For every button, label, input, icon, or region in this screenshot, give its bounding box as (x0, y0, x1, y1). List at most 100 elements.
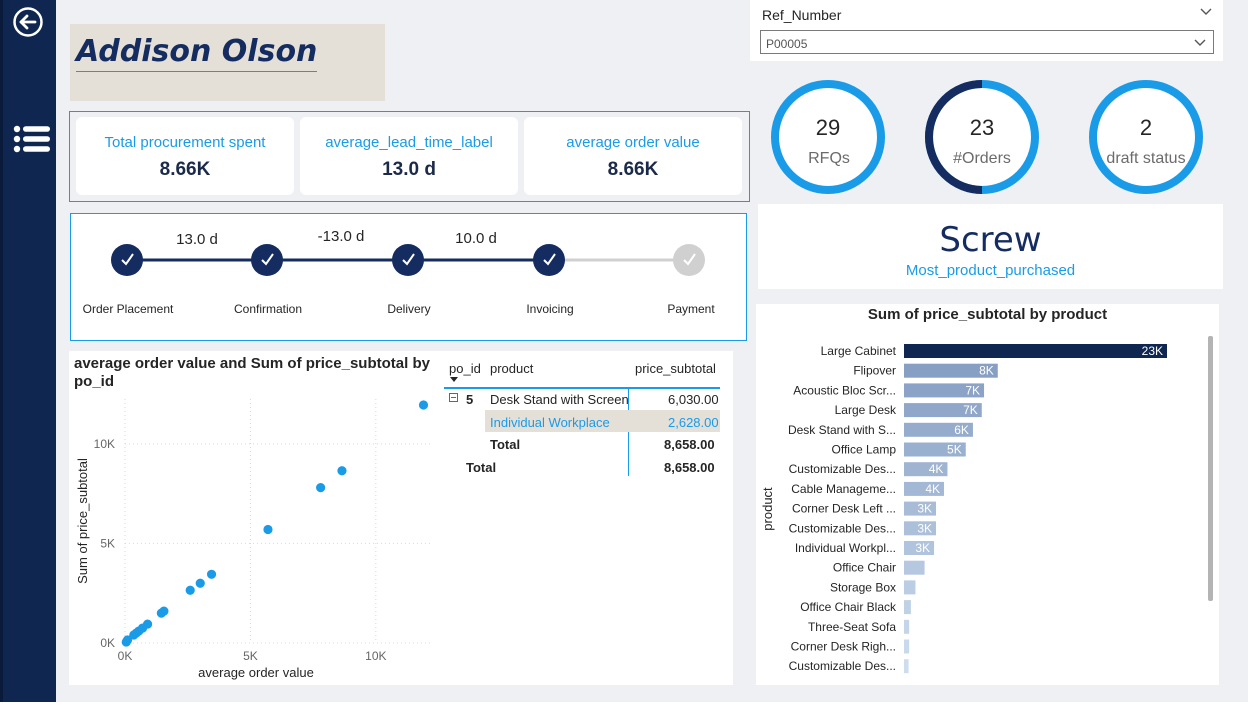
timeline-step-order-placement (111, 244, 143, 276)
step-label: Delivery (387, 302, 430, 316)
collapse-icon[interactable] (449, 393, 459, 403)
kpi-card-total-procurement: Total procurement spent 8.66K (76, 117, 294, 195)
kpi-value: 8.66K (159, 159, 211, 180)
bar-category-label: Large Desk (835, 403, 897, 417)
y-tick-label: 10K (94, 437, 115, 451)
y-tick-label: 0K (100, 636, 115, 650)
bar-category-label: Office Lamp (832, 443, 897, 457)
kpi-label: average order value (566, 134, 700, 151)
timeline-step-delivery (392, 244, 424, 276)
ring-kpis: 29 RFQs 23 #Orders 2 draft status (760, 76, 1220, 198)
bar-data-label: 3K (915, 541, 930, 555)
sidebar (0, 0, 56, 702)
person-name: Addison Olson (76, 34, 318, 72)
scatter-point[interactable] (316, 483, 326, 493)
duration-label: 10.0 d (455, 230, 497, 247)
x-tick-label: 0K (118, 649, 133, 663)
bar-chart: Large Cabinet 23K Flipover 8K Acoustic Bloc … (760, 344, 1167, 674)
scatter-point[interactable] (418, 400, 429, 410)
table-cell-product[interactable]: Desk Stand with Screen (490, 392, 629, 407)
table-cell-price: 6,030.00 (668, 392, 719, 407)
bar-data-label: 4K (929, 462, 944, 476)
bar-category-label: Flipover (853, 364, 896, 378)
ref-number-dropdown[interactable]: P00005 (760, 30, 1214, 54)
bar-category-label: Desk Stand with S... (788, 423, 896, 437)
scatter-panel: average order value and Sum of price_sub… (69, 351, 733, 685)
scatter-point[interactable] (206, 569, 217, 579)
bar-data-label: 5K (947, 443, 962, 457)
bar-data-label: 7K (963, 403, 978, 417)
bar[interactable] (904, 344, 1167, 358)
table-header-product[interactable]: product (490, 361, 533, 376)
y-axis-label: Sum of price_subtotal (75, 458, 90, 584)
total-label: Total (466, 460, 497, 475)
bar-category-label: Office Chair Black (800, 600, 897, 614)
bar-category-label: Corner Desk Left ... (792, 502, 896, 516)
bar[interactable] (904, 600, 911, 615)
x-axis-label: average order value (198, 665, 314, 680)
kpi-card-lead-time: average_lead_time_label 13.0 d (300, 117, 518, 195)
ref-number-slicer: Ref_Number P00005 (750, 0, 1223, 61)
scatter-point[interactable] (185, 585, 195, 595)
bar[interactable] (904, 580, 916, 595)
bar-data-label: 23K (1142, 344, 1163, 358)
dropdown-value: P00005 (766, 37, 808, 51)
bar-data-label: 3K (917, 502, 932, 516)
kpi-label: Total procurement spent (104, 134, 266, 151)
menu-list-icon[interactable] (13, 124, 51, 156)
timeline-step-invoicing (533, 244, 565, 276)
product-bar-panel: Sum of price_subtotal by product Large C… (756, 304, 1219, 685)
kpi-value: 13.0 d (382, 159, 436, 180)
bar-category-label: Acoustic Bloc Scr... (793, 383, 896, 397)
bar-category-label: Storage Box (830, 580, 896, 594)
kpi-card-order-value: average order value 8.66K (524, 117, 742, 195)
process-timeline: 13.0 d -13.0 d 10.0 d Order Placement Co… (70, 213, 747, 341)
chevron-down-icon[interactable] (1193, 36, 1207, 50)
duration-label: 13.0 d (176, 231, 218, 248)
step-label: Confirmation (234, 302, 302, 316)
ring-value: 23 (969, 115, 995, 140)
name-card: Addison Olson (70, 24, 385, 101)
step-label: Payment (667, 302, 715, 316)
ring-value: 2 (1139, 115, 1153, 140)
ring-value: 29 (815, 115, 841, 140)
bar-data-label: 3K (917, 521, 932, 535)
bar-category-label: Customizable Des... (789, 462, 896, 476)
kpi-label: average_lead_time_label (325, 134, 493, 151)
scatter-point[interactable] (263, 524, 273, 535)
y-tick-label: 5K (100, 536, 115, 550)
bar-category-label: Customizable Des... (789, 521, 896, 535)
ring-label: draft status (1106, 150, 1186, 167)
scrollbar[interactable] (1208, 336, 1213, 601)
top-product-name: Screw (939, 220, 1042, 260)
chevron-down-icon[interactable] (1199, 5, 1213, 19)
po-matrix-table: po_id product price_subtotal 5 Desk Stan… (444, 351, 724, 481)
scatter-chart: 0K0K 5K 5K 10K 10K average order value Sum o… (75, 399, 431, 680)
table-cell-product-selected[interactable]: Individual Workplace (490, 415, 610, 430)
scatter-point[interactable] (195, 578, 205, 588)
bar-data-label: 4K (925, 482, 940, 496)
sort-down-icon[interactable] (450, 377, 458, 383)
duration-label: -13.0 d (318, 228, 365, 245)
scatter-point[interactable] (142, 619, 153, 629)
dashboard: Addison Olson Total procurement spent 8.… (0, 0, 1248, 713)
po-id-group: 5 (466, 392, 474, 407)
bar[interactable] (904, 639, 910, 654)
bottom-strip (0, 702, 1248, 713)
table-header-po-id[interactable]: po_id (449, 361, 481, 376)
header-divider (444, 387, 720, 389)
bar-data-label: 8K (979, 364, 994, 378)
scatter-point[interactable] (337, 466, 347, 476)
bar-category-label: Individual Workpl... (795, 541, 896, 555)
x-tick-label: 10K (365, 649, 386, 663)
scatter-point[interactable] (159, 606, 169, 616)
top-product-label: Most_product_purchased (905, 262, 1076, 279)
bar[interactable] (904, 560, 925, 575)
bar[interactable] (904, 619, 910, 634)
timeline-step-payment (673, 244, 705, 276)
table-header-price-subtotal[interactable]: price_subtotal (635, 361, 716, 376)
back-arrow-icon[interactable] (12, 6, 44, 38)
kpi-value: 8.66K (607, 159, 659, 180)
kpi-row: Total procurement spent 8.66K average_le… (69, 111, 750, 202)
bar[interactable] (904, 659, 909, 674)
